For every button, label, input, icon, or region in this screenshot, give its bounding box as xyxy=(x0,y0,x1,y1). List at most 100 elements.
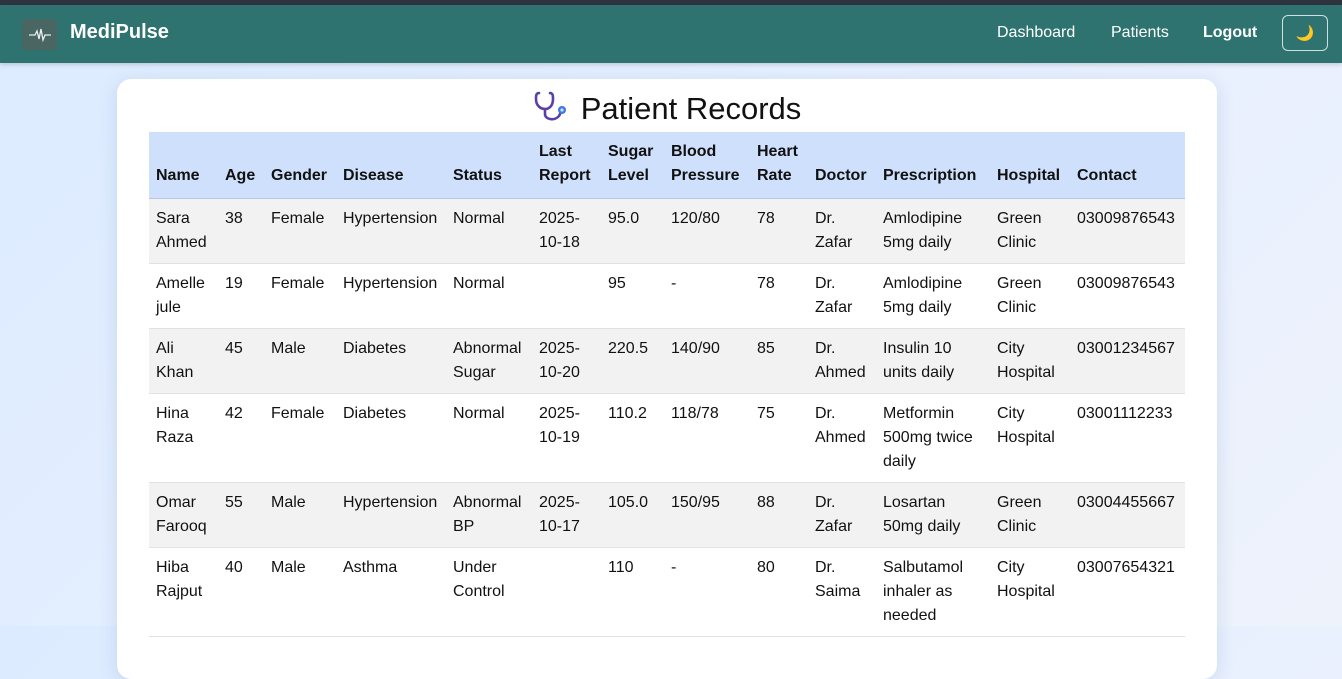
column-header-age: Age xyxy=(218,132,264,199)
records-card: Patient Records Name Age Gender Disease … xyxy=(117,79,1217,679)
cell-prescription: Losartan 50mg daily xyxy=(876,482,990,548)
cell-doctor: Dr. Zafar xyxy=(808,198,876,264)
cell-age: 38 xyxy=(218,198,264,264)
table-row: Hina Raza 42 Female Diabetes Normal 2025-10-1… xyxy=(149,393,1185,483)
cell-heart-rate: 85 xyxy=(750,328,808,394)
cell-disease: Asthma xyxy=(336,547,446,637)
cell-status: Under Control xyxy=(446,547,532,637)
cell-heart-rate: 75 xyxy=(750,393,808,483)
cell-name: Hina Raza xyxy=(149,393,218,483)
cell-contact: 03001234567 xyxy=(1070,328,1185,394)
column-header-hospital: Hospital xyxy=(990,132,1070,199)
cell-age: 40 xyxy=(218,547,264,637)
cell-heart-rate: 78 xyxy=(750,263,808,329)
cell-age: 42 xyxy=(218,393,264,483)
cell-hospital: City Hospital xyxy=(990,393,1070,483)
cell-doctor: Dr. Saima xyxy=(808,547,876,637)
cell-status: Abnormal BP xyxy=(446,482,532,548)
cell-contact: 03001112233 xyxy=(1070,393,1185,483)
cell-disease: Diabetes xyxy=(336,393,446,483)
navbar: MediPulse Dashboard Patients Logout 🌙 xyxy=(0,5,1342,63)
cell-status: Normal xyxy=(446,198,532,264)
cell-last-report: 2025-10-19 xyxy=(532,393,601,483)
cell-sugar-level: 95 xyxy=(601,263,664,329)
cell-prescription: Salbutamol inhaler as needed xyxy=(876,547,990,637)
cell-sugar-level: 95.0 xyxy=(601,198,664,264)
cell-gender: Male xyxy=(264,328,336,394)
cell-hospital: Green Clinic xyxy=(990,198,1070,264)
cell-doctor: Dr. Ahmed xyxy=(808,328,876,394)
cell-name: Amelle jule xyxy=(149,263,218,329)
column-header-prescription: Prescription xyxy=(876,132,990,199)
cell-age: 55 xyxy=(218,482,264,548)
cell-contact: 03009876543 xyxy=(1070,198,1185,264)
cell-contact: 03009876543 xyxy=(1070,263,1185,329)
cell-status: Normal xyxy=(446,393,532,483)
cell-gender: Female xyxy=(264,263,336,329)
cell-prescription: Amlodipine 5mg daily xyxy=(876,198,990,264)
cell-name: Hiba Rajput xyxy=(149,547,218,637)
cell-name: Sara Ahmed xyxy=(149,198,218,264)
cell-gender: Male xyxy=(264,482,336,548)
column-header-name: Name xyxy=(149,132,218,199)
column-header-disease: Disease xyxy=(336,132,446,199)
table-row: Hiba Rajput 40 Male Asthma Under Control 110-… xyxy=(149,547,1185,637)
cell-last-report: 2025-10-18 xyxy=(532,198,601,264)
cell-last-report: 2025-10-20 xyxy=(532,328,601,394)
nav-dashboard-link[interactable]: Dashboard xyxy=(997,24,1075,42)
cell-gender: Male xyxy=(264,547,336,637)
cell-contact: 03004455667 xyxy=(1070,482,1185,548)
cell-status: Normal xyxy=(446,263,532,329)
cell-name: Ali Khan xyxy=(149,328,218,394)
table-row: Amelle jule 19 Female Hypertension Normal 95-… xyxy=(149,263,1185,329)
cell-disease: Diabetes xyxy=(336,328,446,394)
column-header-last-report: Last Report xyxy=(532,132,601,199)
cell-doctor: Dr. Zafar xyxy=(808,482,876,548)
cell-prescription: Amlodipine 5mg daily xyxy=(876,263,990,329)
moon-icon: 🌙 xyxy=(1295,25,1315,42)
theme-toggle-button[interactable]: 🌙 xyxy=(1282,15,1328,51)
cell-blood-pressure: - xyxy=(664,547,750,637)
cell-prescription: Metformin 500mg twice daily xyxy=(876,393,990,483)
cell-disease: Hypertension xyxy=(336,482,446,548)
cell-blood-pressure: 118/78 xyxy=(664,393,750,483)
cell-hospital: City Hospital xyxy=(990,328,1070,394)
cell-blood-pressure: 140/90 xyxy=(664,328,750,394)
cell-blood-pressure: 150/95 xyxy=(664,482,750,548)
cell-name: Omar Farooq xyxy=(149,482,218,548)
cell-hospital: Green Clinic xyxy=(990,263,1070,329)
cell-last-report xyxy=(532,263,601,329)
cell-doctor: Dr. Zafar xyxy=(808,263,876,329)
table-row: Sara Ahmed 38 Female Hypertension Normal 2025… xyxy=(149,198,1185,264)
nav-logout-link[interactable]: Logout xyxy=(1203,24,1257,42)
cell-gender: Female xyxy=(264,198,336,264)
cell-sugar-level: 220.5 xyxy=(601,328,664,394)
brand-name[interactable]: MediPulse xyxy=(70,21,169,44)
cell-blood-pressure: - xyxy=(664,263,750,329)
nav-patients-link[interactable]: Patients xyxy=(1111,24,1169,42)
cell-contact: 03007654321 xyxy=(1070,547,1185,637)
stethoscope-icon xyxy=(533,90,569,129)
column-header-status: Status xyxy=(446,132,532,199)
column-header-blood-pressure: Blood Pressure xyxy=(664,132,750,199)
cell-status: Abnormal Sugar xyxy=(446,328,532,394)
cell-age: 45 xyxy=(218,328,264,394)
column-header-contact: Contact xyxy=(1070,132,1185,199)
column-header-doctor: Doctor xyxy=(808,132,876,199)
cell-hospital: City Hospital xyxy=(990,547,1070,637)
column-header-gender: Gender xyxy=(264,132,336,199)
cell-doctor: Dr. Ahmed xyxy=(808,393,876,483)
page-header: Patient Records xyxy=(117,89,1217,129)
cell-heart-rate: 78 xyxy=(750,198,808,264)
cell-disease: Hypertension xyxy=(336,198,446,264)
cell-heart-rate: 88 xyxy=(750,482,808,548)
cell-sugar-level: 105.0 xyxy=(601,482,664,548)
cell-last-report: 2025-10-17 xyxy=(532,482,601,548)
heartbeat-icon xyxy=(22,19,57,50)
cell-heart-rate: 80 xyxy=(750,547,808,637)
column-header-sugar-level: Sugar Level xyxy=(601,132,664,199)
page-title: Patient Records xyxy=(580,91,802,126)
cell-disease: Hypertension xyxy=(336,263,446,329)
cell-age: 19 xyxy=(218,263,264,329)
cell-blood-pressure: 120/80 xyxy=(664,198,750,264)
